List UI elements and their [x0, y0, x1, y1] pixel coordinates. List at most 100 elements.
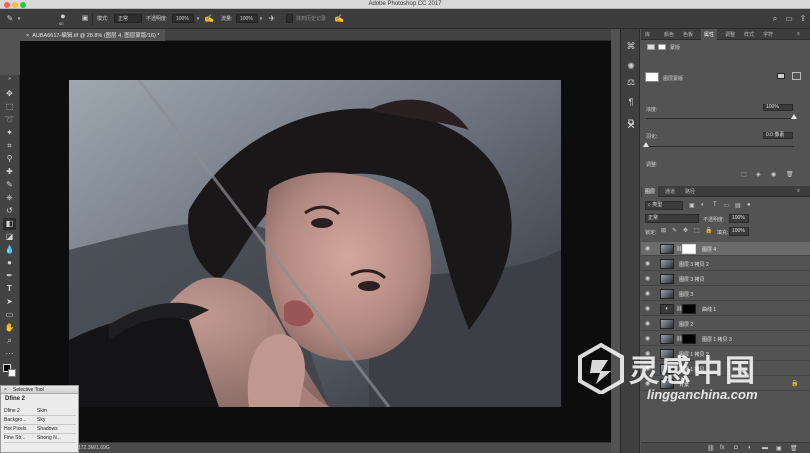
history-brush-tool-icon[interactable]: ↺ [3, 205, 16, 217]
tab-properties[interactable]: 属性 [701, 29, 718, 40]
eye-icon[interactable]: ◉ [645, 320, 650, 327]
pixel-mask-icon[interactable] [647, 44, 655, 50]
mode-select[interactable]: 正常 [114, 14, 142, 23]
chevron-down-icon[interactable]: ▾ [14, 14, 24, 24]
marquee-tool-icon[interactable]: ⬚ [3, 101, 16, 113]
preset-button-right[interactable]: Shadows [37, 425, 58, 434]
layer-name[interactable]: 曲线 1 [702, 306, 716, 313]
tab-layers[interactable]: 图层 [642, 186, 659, 197]
eye-icon[interactable]: ◉ [645, 305, 650, 312]
layer-mask-thumbnail[interactable] [682, 304, 696, 314]
layer-name[interactable]: 图层 3 拷贝 2 [679, 261, 709, 268]
collapse-toolbox-icon[interactable]: » [3, 73, 16, 85]
pressure-size-icon[interactable]: ✍ [334, 14, 344, 24]
eye-icon[interactable]: ◉ [645, 260, 650, 267]
add-mask-icon[interactable]: ◘ [734, 445, 738, 451]
eyedropper-tool-icon[interactable]: ⚲ [3, 153, 16, 165]
zoom-tool-icon[interactable]: ⌕ [3, 335, 16, 347]
layer-name[interactable]: 图层 4 [702, 246, 716, 253]
layer-filter-select[interactable]: ⌕ 类型 [645, 201, 683, 210]
new-layer-icon[interactable]: ▣ [776, 445, 782, 452]
feather-field[interactable]: 0.0 像素 [763, 132, 793, 139]
vector-mask-icon[interactable] [658, 44, 666, 50]
density-slider-track[interactable] [646, 118, 794, 119]
path-selection-tool-icon[interactable]: ➤ [3, 296, 16, 308]
vector-mask-add-icon[interactable] [792, 72, 801, 80]
hand-tool-icon[interactable]: ✋ [3, 322, 16, 334]
blur-tool-icon[interactable]: 💧 [3, 244, 16, 256]
pen-tool-icon[interactable]: ✒ [3, 270, 16, 282]
paragraph-panel-icon[interactable]: ¶ [624, 95, 638, 109]
crossed-tools-icon[interactable]: ✕ [624, 119, 638, 133]
search-icon[interactable]: ⌕ [770, 14, 780, 24]
lasso-tool-icon[interactable]: ➰ [3, 114, 16, 126]
layer-thumbnail[interactable] [660, 259, 674, 269]
panel-menu-icon[interactable]: ≡ [797, 188, 800, 194]
type-tool-icon[interactable]: T [3, 283, 16, 295]
layer-row[interactable]: ◉ 图层 3 拷贝 [641, 272, 810, 286]
opacity-field[interactable]: 100% [172, 14, 194, 23]
lock-artboard-icon[interactable]: ⬚ [694, 227, 700, 234]
new-group-icon[interactable]: ▬ [762, 445, 768, 451]
brush-preset-icon[interactable]: ● [58, 11, 68, 21]
filter-smart-icon[interactable]: ▤ [735, 202, 741, 209]
brush-tool-icon[interactable]: ✎ [3, 179, 16, 191]
workspace-icon[interactable]: ▭ [784, 14, 794, 24]
selective-tool-window[interactable]: × Selective Tool Dfine 2 Dfine 2 Skin Ba… [0, 385, 79, 453]
filter-shape-icon[interactable]: ▭ [724, 202, 730, 209]
feather-slider-knob[interactable] [643, 142, 649, 147]
tab-character[interactable]: 字符 [763, 31, 773, 38]
preset-button-left[interactable]: Fine Str... [4, 434, 25, 443]
layer-row[interactable]: ◉ ◐ ⛓ 曲线 1 [641, 302, 810, 316]
load-selection-icon[interactable]: ⬚ [741, 171, 747, 178]
flow-field[interactable]: 100% [236, 14, 258, 23]
layer-name[interactable]: 图层 2 [679, 321, 693, 328]
delete-mask-icon[interactable]: 🗑 [786, 171, 794, 178]
brush-settings-icon[interactable]: ✺ [624, 59, 638, 73]
crop-tool-icon[interactable]: ⌗ [3, 140, 16, 152]
filter-pixel-icon[interactable]: ▣ [689, 202, 695, 209]
healing-brush-tool-icon[interactable]: ✚ [3, 166, 16, 178]
document-canvas[interactable] [20, 41, 611, 442]
delete-layer-icon[interactable]: 🗑 [790, 445, 798, 452]
selective-tool-titlebar[interactable]: × Selective Tool [1, 386, 78, 394]
lock-transparency-icon[interactable]: ⊠ [661, 227, 666, 234]
layer-opacity-field[interactable]: 100% [729, 214, 749, 223]
lock-position-icon[interactable]: ✥ [683, 227, 688, 234]
share-icon[interactable]: ⇪ [798, 14, 808, 24]
layer-thumbnail[interactable] [660, 319, 674, 329]
tab-styles[interactable]: 样式 [744, 31, 754, 38]
layer-row[interactable]: ◉ 图层 3 [641, 287, 810, 301]
preset-button-right[interactable]: Skin [37, 407, 47, 416]
layer-row[interactable]: ◉ 图层 3 拷贝 2 [641, 257, 810, 271]
more-tools-icon[interactable]: ⋯ [3, 348, 16, 360]
feather-slider-track[interactable] [646, 146, 794, 147]
pressure-opacity-icon[interactable]: ✍ [204, 14, 214, 24]
filter-adjustment-icon[interactable]: ◐ [701, 202, 705, 208]
close-panel-icon[interactable]: × [4, 386, 7, 394]
eye-icon[interactable]: ◉ [645, 275, 650, 282]
tab-libraries[interactable]: 库 [645, 31, 650, 38]
layer-mask-thumbnail[interactable] [682, 244, 696, 254]
magic-wand-tool-icon[interactable]: ✦ [3, 127, 16, 139]
clone-source-icon[interactable]: ⚖ [624, 75, 638, 89]
tab-channels[interactable]: 通道 [665, 188, 675, 195]
dodge-tool-icon[interactable]: ● [3, 257, 16, 269]
tab-color[interactable]: 颜色 [664, 31, 674, 38]
apply-mask-icon[interactable]: ◈ [756, 171, 761, 178]
preset-button-left[interactable]: Dfine 2 [4, 407, 20, 416]
rectangle-tool-icon[interactable]: ▭ [3, 309, 16, 321]
layer-name[interactable]: 图层 3 [679, 291, 693, 298]
preset-button-left[interactable]: Backgro... [4, 416, 27, 425]
preset-button-left[interactable]: Hot Pixels [4, 425, 27, 434]
layer-thumbnail[interactable] [660, 289, 674, 299]
tab-paths[interactable]: 路径 [685, 188, 695, 195]
layer-row[interactable]: ◉ 图层 2 [641, 317, 810, 331]
history-panel-icon[interactable]: ⌘ [624, 39, 638, 53]
chevron-down-icon[interactable]: ▾ [256, 14, 266, 24]
visibility-icon[interactable]: ◉ [771, 171, 776, 178]
layer-thumbnail[interactable] [660, 274, 674, 284]
layer-thumbnail[interactable] [660, 244, 674, 254]
background-color-swatch[interactable] [8, 369, 16, 377]
chevron-down-icon[interactable]: ▾ [193, 14, 203, 24]
